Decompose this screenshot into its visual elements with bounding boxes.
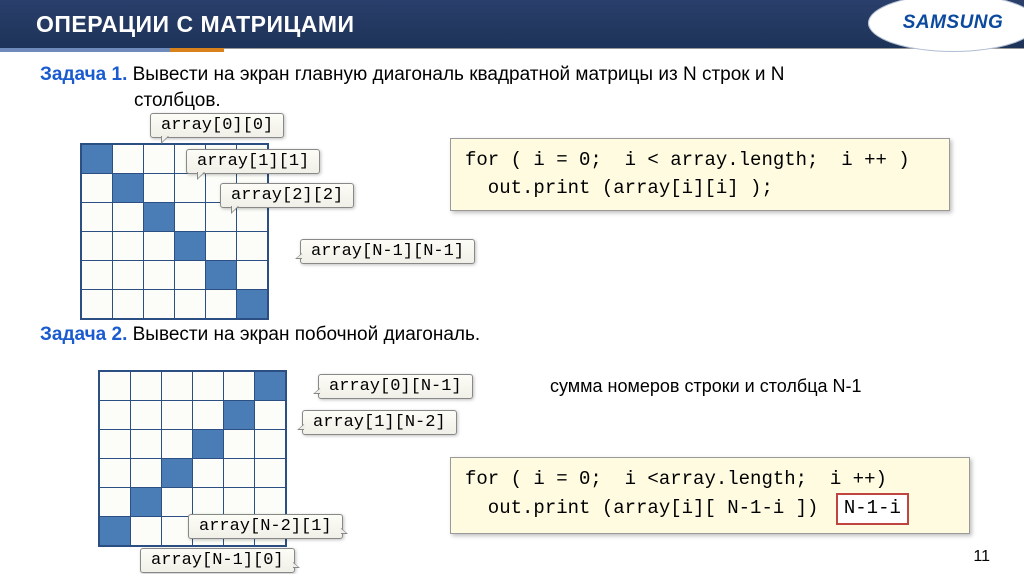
callout-array-n1-0: array[N-1][0] [140, 548, 295, 573]
callout-array-2-2: array[2][2] [220, 183, 354, 208]
divider-segment-line [224, 48, 1024, 49]
logo-text: SAMSUNG [903, 12, 1004, 34]
task2-note: сумма номеров строки и столбца N-1 [550, 376, 862, 397]
task1-label: Задача 1. [40, 64, 127, 85]
task2-highlight: N-1-i [836, 493, 909, 525]
task2-text: Вывести на экран побочной диагональ. [127, 324, 480, 345]
samsung-logo: SAMSUNG [868, 0, 1024, 52]
slide-content: Задача 1. Вывести на экран главную диаго… [0, 52, 1024, 570]
logo-area: SAMSUNG [864, 0, 1024, 48]
callout-array-0-n1: array[0][N-1] [318, 374, 473, 399]
task2-code-text: for ( i = 0; i <array.length; i ++) out.… [465, 468, 887, 520]
task2-heading: Задача 2. Вывести на экран побочной диаг… [40, 322, 996, 348]
task1-heading: Задача 1. Вывести на экран главную диаго… [40, 62, 996, 88]
callout-array-n2-1: array[N-2][1] [188, 514, 343, 539]
task1-text-line2: столбцов. [40, 88, 996, 114]
task2-diagram-area: array[0][N-1] array[1][N-2] array[N-2][1… [40, 352, 996, 570]
task2-code-block: for ( i = 0; i <array.length; i ++) out.… [450, 457, 970, 534]
slide-header: ОПЕРАЦИИ С МАТРИЦАМИ SAMSUNG [0, 0, 1024, 48]
callout-array-1-n2: array[1][N-2] [302, 410, 457, 435]
callout-array-1-1: array[1][1] [186, 149, 320, 174]
callout-array-0-0: array[0][0] [150, 113, 284, 138]
task1-code-block: for ( i = 0; i < array.length; i ++ ) ou… [450, 138, 950, 211]
slide-title: ОПЕРАЦИИ С МАТРИЦАМИ [36, 11, 355, 38]
task1-text-line1: Вывести на экран главную диагональ квадр… [127, 64, 784, 85]
callout-array-n1-n1: array[N-1][N-1] [300, 239, 475, 264]
task1-diagram-area: array[0][0] array[1][1] array[2][2] arra… [40, 113, 996, 318]
task2-label: Задача 2. [40, 324, 127, 345]
page-number: 11 [973, 548, 990, 566]
